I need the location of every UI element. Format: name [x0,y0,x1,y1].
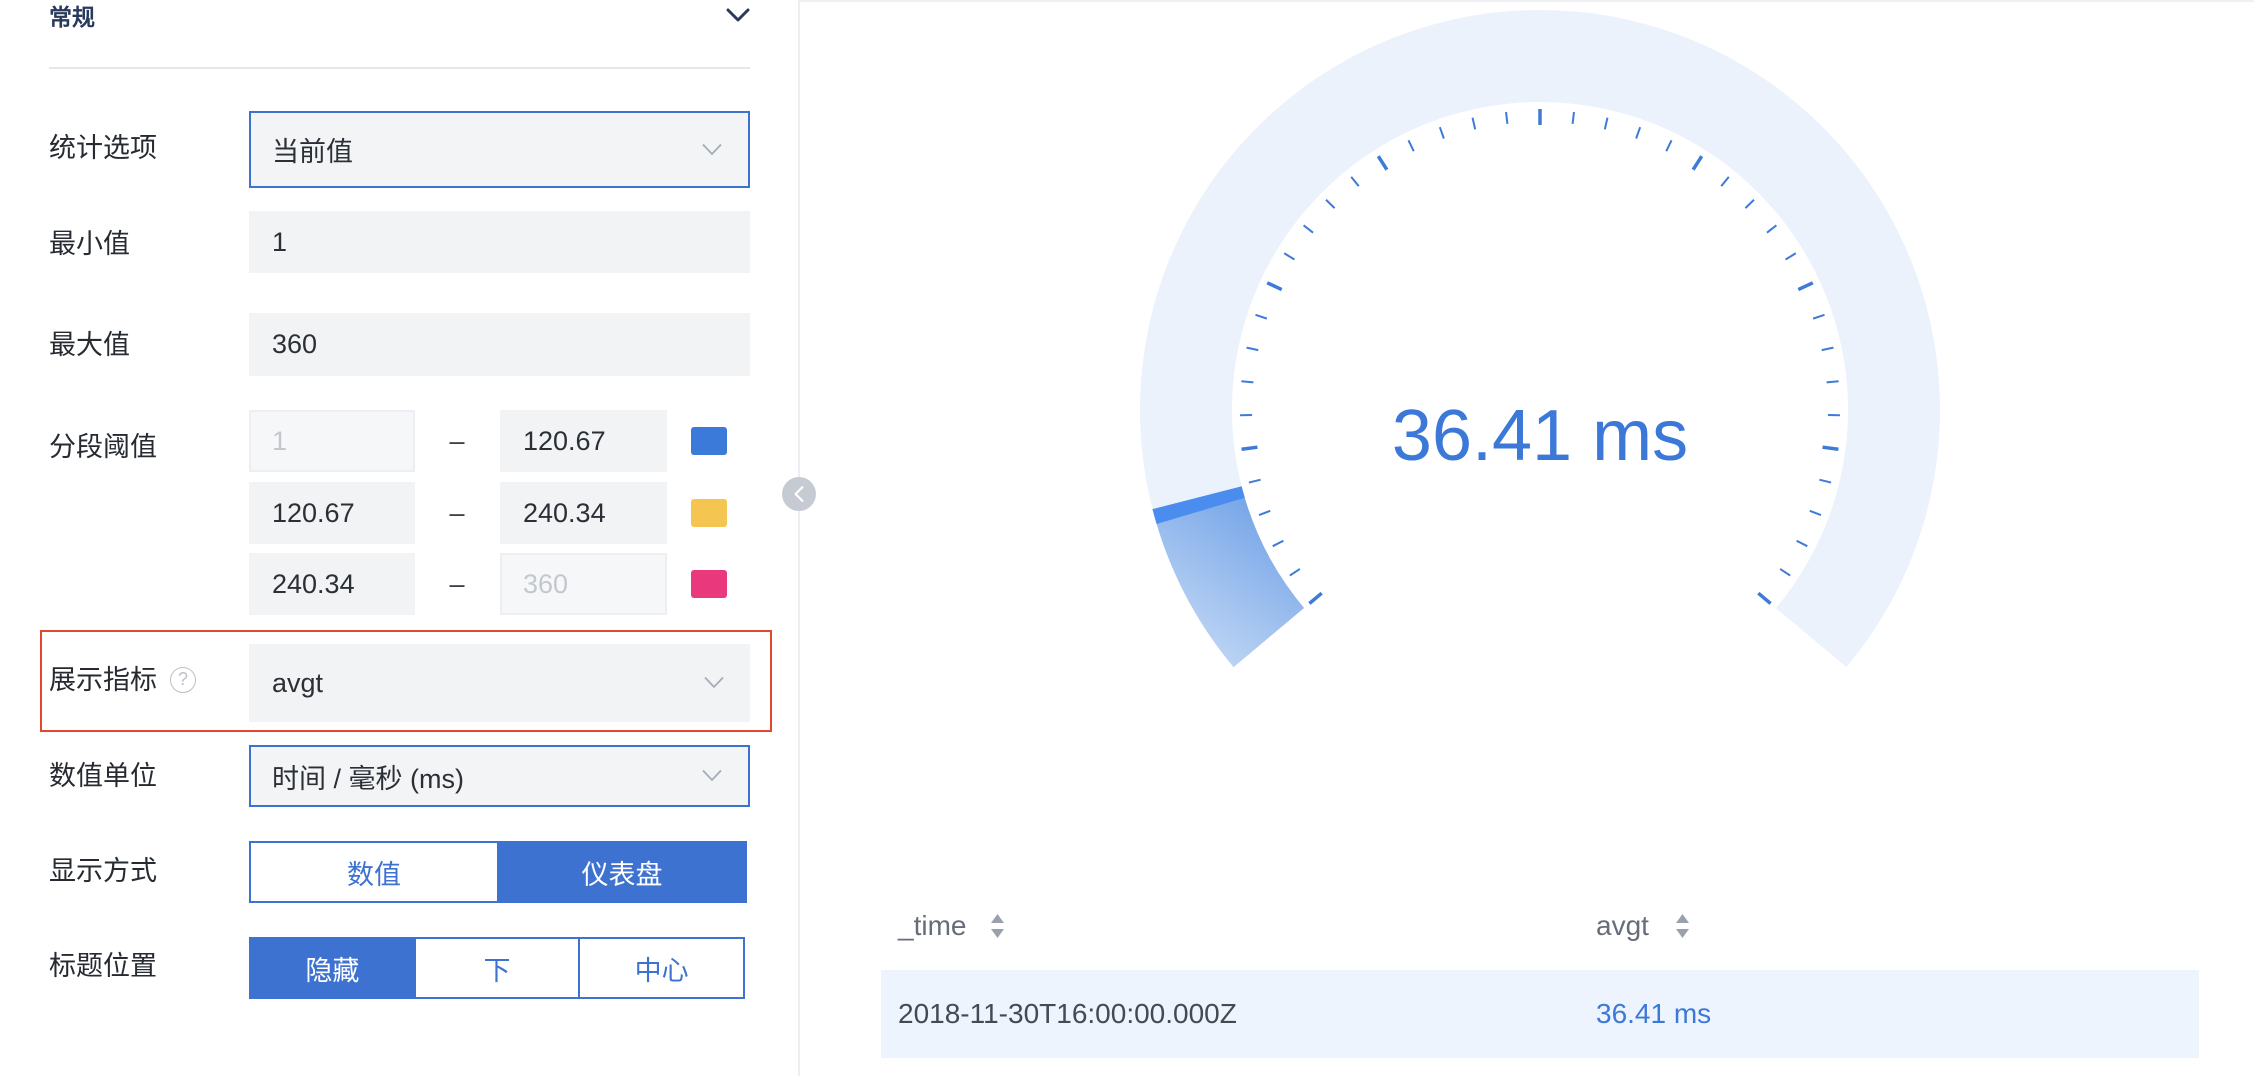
gauge-minor-tick [1720,176,1730,187]
sort-icon[interactable] [990,913,1005,939]
gauge-minor-tick [1821,346,1834,352]
gauge-minor-tick [1471,117,1477,130]
gauge-chart: 36.41 ms [1140,9,1940,668]
chevron-down-icon[interactable] [702,769,722,782]
threshold-separator: – [449,426,465,456]
gauge-minor-tick [1438,126,1445,139]
gauge-minor-tick [1809,509,1822,516]
threshold-3-color-swatch[interactable] [691,570,727,598]
gauge-minor-tick [1350,176,1360,187]
gauge-major-tick [1797,281,1814,292]
sort-icon[interactable] [1675,913,1690,939]
max-label: 最大值 [49,330,130,360]
section-header-general[interactable]: 常规 [49,0,750,34]
threshold-1-to-input[interactable] [500,410,667,472]
table-cell-time: 2018-11-30T16:00:00.000Z [898,998,1237,1029]
min-input[interactable] [249,211,750,273]
display-metric-value: avgt [272,667,324,698]
unit-label: 数值单位 [49,761,157,791]
chevron-down-icon[interactable] [702,143,722,156]
gauge-minor-tick [1665,139,1673,152]
threshold-separator: – [449,569,465,599]
gauge-major-tick [1241,445,1258,452]
stat-option-value: 当前值 [272,137,353,167]
gauge-minor-tick [1826,380,1839,384]
gauge-minor-tick [1325,199,1336,209]
title-position-toggle: 隐藏 下 中心 [249,937,745,999]
gauge-minor-tick [1272,539,1284,548]
gauge-major-tick [1266,281,1283,292]
display-mode-option-value[interactable]: 数值 [251,843,497,901]
stat-option-label: 统计选项 [49,133,157,163]
title-position-option-bottom[interactable]: 下 [413,939,579,997]
gauge-minor-tick [1255,313,1268,320]
gauge-minor-tick [1744,199,1755,209]
gauge-minor-tick [1248,478,1261,484]
gauge-minor-tick [1819,478,1832,484]
gauge-minor-tick [1289,568,1301,577]
threshold-1-color-swatch[interactable] [691,427,727,455]
max-input[interactable] [249,313,750,376]
gauge-minor-tick [1779,568,1791,577]
gauge-minor-tick [1241,380,1254,384]
gauge-minor-tick [1283,252,1295,261]
title-position-option-hidden[interactable]: 隐藏 [251,939,414,997]
unit-select[interactable]: 时间 / 毫秒 (ms) [249,745,750,807]
threshold-2-from-input[interactable] [249,482,415,544]
threshold-2-to-input[interactable] [500,482,667,544]
gauge-minor-tick [1407,139,1415,152]
gauge-minor-tick [1571,111,1575,124]
gauge-major-tick [1376,155,1389,171]
min-label: 最小值 [49,229,130,259]
display-mode-toggle: 数值 仪表盘 [249,841,747,903]
threshold-3-to-input [500,553,667,615]
gauge-major-tick [1822,445,1839,452]
settings-panel: 常规 统计选项 当前值 最小值 最大值 分段阈值 – – – 展示指标 avgt [0,0,800,1076]
gauge-major-tick [1308,591,1323,605]
gauge-minor-tick [1302,224,1314,234]
threshold-2-color-swatch[interactable] [691,499,727,527]
threshold-separator: – [449,498,465,528]
stat-option-select[interactable]: 当前值 [249,111,750,188]
gauge-minor-tick [1812,313,1825,320]
title-position-label: 标题位置 [49,951,157,981]
help-circle-icon[interactable] [170,667,196,693]
title-position-option-center[interactable]: 中心 [578,939,743,997]
threshold-1-from-input [249,410,415,472]
column-header-time[interactable]: _time [898,906,966,946]
gauge-minor-tick [1635,126,1642,139]
section-divider [49,67,750,69]
gauge-minor-tick [1796,539,1808,548]
display-mode-label: 显示方式 [49,856,157,886]
gauge-major-tick [1691,155,1704,171]
chevron-down-icon[interactable] [704,676,724,689]
gauge-minor-tick [1246,346,1259,352]
unit-value: 时间 / 毫秒 (ms) [272,763,464,794]
thresholds-label: 分段阈值 [49,432,157,462]
section-title: 常规 [49,4,95,30]
display-metric-label: 展示指标 [49,665,157,695]
display-mode-option-gauge[interactable]: 仪表盘 [497,843,745,901]
gauge-minor-tick [1258,509,1271,516]
gauge-minor-tick [1505,111,1509,124]
gauge-major-tick [1757,591,1772,605]
chevron-down-icon[interactable] [726,7,750,23]
gauge-minor-tick [1603,117,1609,130]
display-metric-select[interactable]: avgt [249,644,750,722]
table-cell-avgt: 36.41 ms [1596,998,1712,1029]
threshold-3-from-input[interactable] [249,553,415,615]
gauge-minor-tick [1785,252,1797,261]
column-header-avgt[interactable]: avgt [1596,906,1649,946]
gauge-layer [1140,9,1940,668]
gauge-value: 36.41 ms [1392,396,1688,476]
gauge-minor-tick [1766,224,1778,234]
